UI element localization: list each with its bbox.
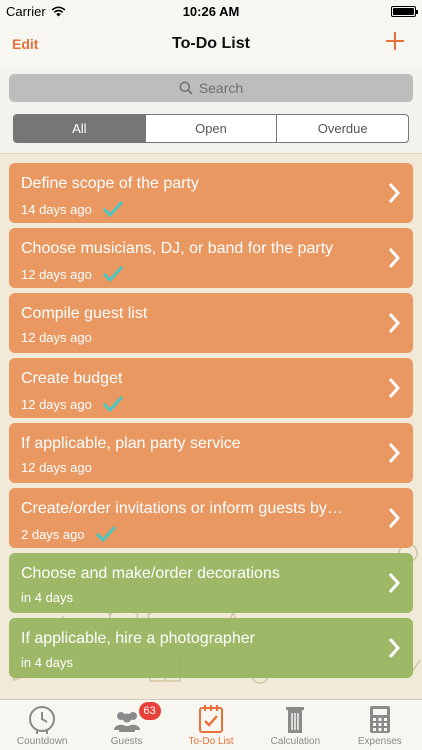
carrier-label: Carrier bbox=[6, 3, 46, 19]
todo-meta: in 4 days bbox=[21, 590, 401, 605]
todo-due-label: in 4 days bbox=[21, 590, 74, 605]
chevron-right-icon bbox=[388, 183, 401, 203]
todo-item[interactable]: Choose musicians, DJ, or band for the pa… bbox=[9, 228, 413, 288]
checkmark-icon bbox=[102, 200, 123, 218]
wifi-icon bbox=[51, 6, 66, 16]
navigation-bar: Edit To-Do List bbox=[0, 22, 422, 66]
checkmark-icon bbox=[102, 265, 123, 283]
filter-segmented-control: All Open Overdue bbox=[13, 114, 409, 143]
status-left: Carrier bbox=[6, 4, 66, 19]
tab-todo-list[interactable]: To-Do List bbox=[169, 700, 253, 750]
tab-guests[interactable]: 63 Guests bbox=[84, 700, 168, 750]
tab-label: To-Do List bbox=[188, 736, 234, 747]
tab-calculation[interactable]: Calculation bbox=[253, 700, 337, 750]
tab-expenses[interactable]: Expenses bbox=[338, 700, 422, 750]
todo-due-label: 2 days ago bbox=[21, 526, 85, 542]
chevron-right-icon bbox=[388, 378, 401, 398]
todo-item[interactable]: If applicable, plan party service 12 days… bbox=[9, 423, 413, 483]
todo-item[interactable]: Create budget 12 days ago bbox=[9, 358, 413, 418]
battery-level bbox=[393, 7, 414, 15]
todo-due-label: 12 days ago bbox=[21, 266, 92, 282]
chevron-right-icon bbox=[388, 248, 401, 268]
chevron-right-icon bbox=[388, 573, 401, 593]
search-area: Search All Open Overdue bbox=[0, 66, 422, 154]
plus-icon[interactable] bbox=[384, 30, 406, 52]
todo-title: Compile guest list bbox=[21, 305, 148, 322]
search-icon bbox=[179, 81, 193, 95]
todo-meta: 12 days ago bbox=[21, 330, 401, 345]
chevron-right-icon bbox=[388, 443, 401, 463]
status-bar: Carrier 10:26 AM bbox=[0, 0, 422, 22]
calculator-icon bbox=[369, 706, 390, 733]
tab-label: Calculation bbox=[270, 736, 321, 747]
page-title: To-Do List bbox=[172, 35, 250, 52]
todo-title: Choose and make/order decorations bbox=[21, 565, 280, 582]
todo-meta: 14 days ago bbox=[21, 200, 401, 218]
trash-can-icon bbox=[286, 707, 305, 733]
tab-bar: Countdown 63 Guests To-Do List Calculati… bbox=[0, 699, 422, 750]
tab-label: Expenses bbox=[357, 736, 402, 747]
checkmark-icon bbox=[95, 525, 116, 543]
todo-title: Create budget bbox=[21, 370, 123, 387]
todo-item[interactable]: Create/order invitations or inform guest… bbox=[9, 488, 413, 548]
todo-item[interactable]: Choose and make/order decorations in 4 da… bbox=[9, 553, 413, 613]
todo-due-label: 12 days ago bbox=[21, 396, 92, 412]
segment-all[interactable]: All bbox=[14, 115, 145, 142]
todo-title: Define scope of the party bbox=[21, 175, 199, 192]
todo-meta: in 4 days bbox=[21, 655, 401, 670]
todo-due-label: 12 days ago bbox=[21, 460, 92, 475]
segment-open[interactable]: Open bbox=[144, 115, 277, 142]
segment-overdue[interactable]: Overdue bbox=[276, 115, 408, 142]
checkmark-icon bbox=[102, 395, 123, 413]
todo-title: If applicable, hire a photographer bbox=[21, 630, 255, 647]
tab-countdown[interactable]: Countdown bbox=[0, 700, 84, 750]
checklist-icon bbox=[199, 705, 224, 733]
todo-title: Create/order invitations or inform guest… bbox=[21, 500, 343, 517]
edit-button[interactable]: Edit bbox=[12, 36, 38, 52]
todo-meta: 12 days ago bbox=[21, 265, 401, 283]
search-placeholder: Search bbox=[198, 80, 244, 96]
search-input[interactable]: Search bbox=[9, 74, 413, 102]
guests-badge: 63 bbox=[138, 702, 161, 720]
todo-title: If applicable, plan party service bbox=[21, 435, 241, 452]
chevron-right-icon bbox=[388, 508, 401, 528]
chevron-right-icon bbox=[388, 638, 401, 658]
clock-icon bbox=[29, 706, 56, 734]
chevron-right-icon bbox=[388, 313, 401, 333]
todo-item[interactable]: If applicable, hire a photographer in 4 d… bbox=[9, 618, 413, 678]
todo-item[interactable]: Define scope of the party 14 days ago bbox=[9, 163, 413, 223]
todo-meta: 12 days ago bbox=[21, 460, 401, 475]
tab-label: Guests bbox=[110, 736, 143, 747]
todo-meta: 12 days ago bbox=[21, 395, 401, 413]
todo-list[interactable]: Define scope of the party 14 days ago Choo… bbox=[0, 155, 422, 699]
todo-meta: 2 days ago bbox=[21, 525, 401, 543]
status-right bbox=[391, 5, 418, 17]
todo-due-label: in 4 days bbox=[21, 655, 74, 670]
todo-item[interactable]: Compile guest list 12 days ago bbox=[9, 293, 413, 353]
todo-due-label: 12 days ago bbox=[21, 330, 92, 345]
battery-icon bbox=[391, 5, 418, 17]
todo-due-label: 14 days ago bbox=[21, 201, 92, 217]
tab-label: Countdown bbox=[16, 736, 68, 747]
todo-title: Choose musicians, DJ, or band for the pa… bbox=[21, 240, 334, 257]
